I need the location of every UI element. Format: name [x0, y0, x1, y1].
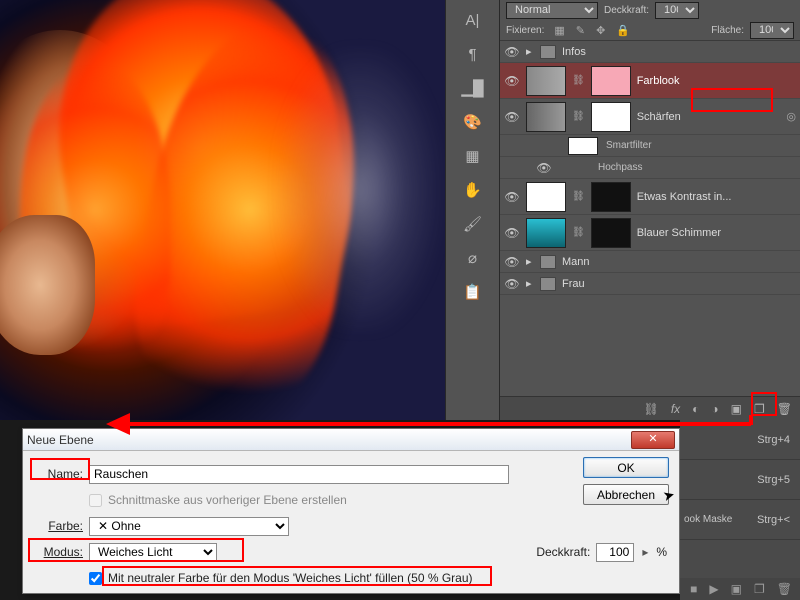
play-icon[interactable]: ▶	[709, 582, 718, 596]
folder-icon	[540, 255, 556, 269]
layer-folder-infos[interactable]: 👁 ▸ Infos	[500, 41, 800, 63]
layer-thumb	[526, 182, 566, 212]
dialog-title: Neue Ebene	[27, 433, 94, 447]
adjustment-icon[interactable]: ◑	[711, 402, 718, 416]
group-icon[interactable]: ▣	[731, 402, 742, 416]
layer-folder-frau[interactable]: 👁 ▸ Frau	[500, 273, 800, 295]
percent-label: %	[656, 545, 667, 559]
type-panel-icon[interactable]: A|	[459, 6, 487, 34]
link-icon: ⛓	[572, 75, 585, 86]
stop-icon[interactable]: ■	[690, 582, 697, 596]
layer-folder-mann[interactable]: 👁 ▸ Mann	[500, 251, 800, 273]
actions-footer: ■ ▶ ▣ ❐ 🗑	[680, 578, 800, 600]
clip-label: Schnittmaske aus vorheriger Ebene erstel…	[108, 493, 347, 507]
layer-blauer-schimmer[interactable]: 👁 ⛓ Blauer Schimmer	[500, 215, 800, 251]
cancel-button[interactable]: Abbrechen	[583, 484, 669, 505]
visibility-toggle[interactable]: 👁	[504, 190, 520, 204]
shortcut-row[interactable]: ook Maske Strg+<	[680, 500, 800, 540]
smartfilter-row[interactable]: Smartfilter	[500, 135, 800, 157]
opacity-label: Deckkraft:	[604, 5, 649, 16]
adjustment-thumb	[526, 66, 566, 96]
brush-icon[interactable]: 🖌	[459, 210, 487, 238]
shortcut-row[interactable]: Strg+4	[680, 420, 800, 460]
filter-hochpass[interactable]: 👁 Hochpass	[500, 157, 800, 179]
visibility-toggle[interactable]: 👁	[504, 45, 520, 59]
folder-icon[interactable]: ▣	[731, 582, 742, 596]
lock-icons[interactable]: ▦ ✎ ✥ 🔒	[554, 24, 634, 37]
mask-thumb[interactable]	[591, 66, 631, 96]
visibility-toggle[interactable]: 👁	[504, 110, 520, 124]
layers-footer: ⛓ fx ◐ ◑ ▣ ❐ 🗑	[500, 396, 800, 420]
layer-kontrast[interactable]: 👁 ⛓ Etwas Kontrast in...	[500, 179, 800, 215]
folder-icon	[540, 45, 556, 59]
link-icon: ⛓	[572, 111, 585, 122]
shortcut-row[interactable]: Strg+5	[680, 460, 800, 500]
filter-mask-thumb	[568, 137, 598, 155]
swatches-icon[interactable]: 🎨	[459, 108, 487, 136]
canvas-image[interactable]	[0, 0, 445, 420]
clone-icon[interactable]: ⌀	[459, 244, 487, 272]
paragraph-panel-icon[interactable]: ¶	[459, 40, 487, 68]
mode-label: Modus:	[35, 545, 83, 559]
smart-object-icon: ◎	[786, 110, 796, 123]
name-label: Name:	[35, 467, 83, 481]
fill-label: Fläche:	[711, 25, 744, 36]
layer-thumb	[526, 102, 566, 132]
layer-thumb	[526, 218, 566, 248]
layer-schaerfen[interactable]: 👁 ⛓ Schärfen ◎	[500, 99, 800, 135]
opacity-value[interactable]: 100%	[655, 2, 699, 19]
panel-icon-column: A| ¶ ▁█ 🎨 ▦ ✋ 🖌 ⌀ 📋	[445, 0, 500, 420]
visibility-toggle[interactable]: 👁	[536, 161, 552, 175]
link-icon: ⛓	[572, 227, 585, 238]
visibility-toggle[interactable]: 👁	[504, 277, 520, 291]
layer-farblook[interactable]: 👁 ⛓ Farblook	[500, 63, 800, 99]
clip-checkbox	[89, 494, 102, 507]
new-layer-icon[interactable]: ❐	[754, 402, 765, 416]
opacity-arrow-icon[interactable]: ▸	[640, 545, 650, 559]
actions-panel: Strg+4 Strg+5 ook Maske Strg+< ■ ▶ ▣ ❐ 🗑	[680, 420, 800, 600]
folder-icon	[540, 277, 556, 291]
cursor-icon: ➤	[661, 486, 677, 505]
hand-icon[interactable]: ✋	[459, 176, 487, 204]
name-input[interactable]	[89, 465, 509, 484]
annotation-arrow	[119, 422, 751, 426]
blend-mode-select[interactable]: Normal	[506, 2, 598, 19]
layers-panel: Normal Deckkraft: 100% Fixieren: ▦ ✎ ✥ 🔒…	[500, 0, 800, 420]
mask-thumb[interactable]	[591, 182, 631, 212]
visibility-toggle[interactable]: 👁	[504, 74, 520, 88]
ok-button[interactable]: OK	[583, 457, 669, 478]
color-label: Farbe:	[35, 519, 83, 533]
neutral-fill-label: Mit neutraler Farbe für den Modus 'Weich…	[108, 571, 473, 585]
notes-icon[interactable]: 📋	[459, 278, 487, 306]
dialog-opacity-label: Deckkraft:	[536, 545, 590, 559]
histogram-icon[interactable]: ▁█	[459, 74, 487, 102]
visibility-toggle[interactable]: 👁	[504, 255, 520, 269]
color-select[interactable]: ✕ Ohne	[89, 517, 289, 536]
styles-icon[interactable]: ▦	[459, 142, 487, 170]
trash-icon[interactable]: 🗑	[777, 582, 792, 596]
fx-icon[interactable]: fx	[671, 402, 680, 416]
visibility-toggle[interactable]: 👁	[504, 226, 520, 240]
lock-label: Fixieren:	[506, 25, 544, 36]
link-icon: ⛓	[572, 191, 585, 202]
link-layers-icon[interactable]: ⛓	[644, 402, 659, 416]
close-button[interactable]: ✕	[631, 431, 675, 449]
mask-icon[interactable]: ◐	[692, 402, 699, 416]
new-layer-dialog: Neue Ebene ✕ OK Abbrechen ➤ Name: Schnit…	[22, 428, 680, 594]
layer-list: 👁 ▸ Infos 👁 ⛓ Farblook 👁 ⛓ Schärfen ◎ Sm…	[500, 40, 800, 295]
new-icon[interactable]: ❐	[754, 582, 765, 596]
neutral-fill-checkbox[interactable]	[89, 572, 102, 585]
annotation-arrow	[106, 413, 130, 435]
fill-value[interactable]: 100%	[750, 22, 794, 39]
mask-thumb[interactable]	[591, 218, 631, 248]
mode-select[interactable]: Weiches Licht	[89, 543, 217, 562]
trash-icon[interactable]: 🗑	[777, 402, 792, 416]
dialog-opacity-input[interactable]	[596, 543, 634, 562]
mask-thumb[interactable]	[591, 102, 631, 132]
